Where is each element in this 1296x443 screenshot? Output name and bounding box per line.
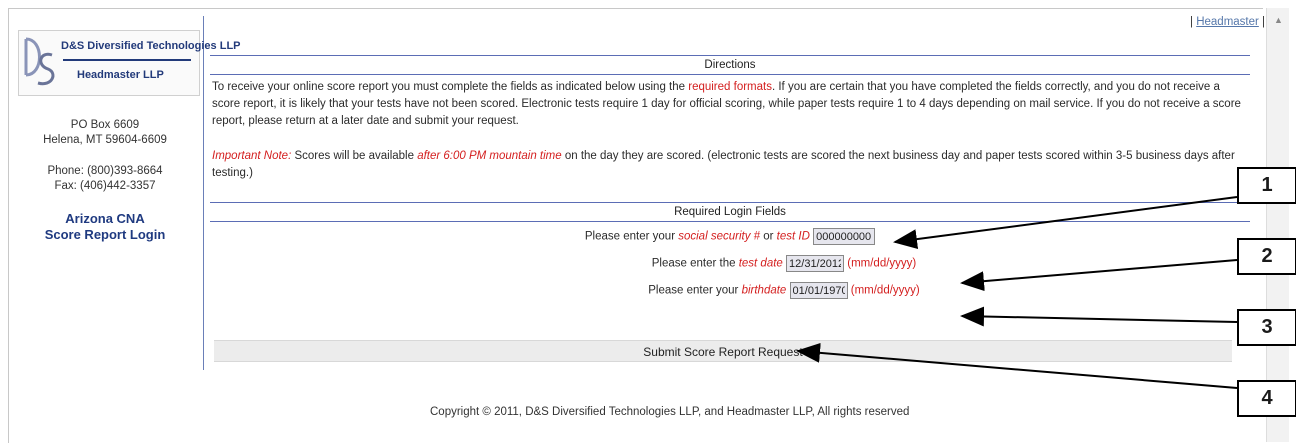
directions-heading: Directions [210,55,1250,75]
address: PO Box 6609 Helena, MT 59604-6609 [10,118,200,148]
directions-text: To receive your online score report you … [212,79,1250,130]
ssn-row: Please enter your social security # or t… [210,228,1250,245]
scroll-up-icon[interactable]: ▲ [1274,15,1283,25]
top-nav: | Headmaster | [1190,16,1265,28]
nav-pipe-left: | [1190,16,1193,28]
login-fields-heading: Required Login Fields [210,202,1250,222]
footer-copyright: Copyright © 2011, D&S Diversified Techno… [430,406,910,418]
note-text-1: Scores will be available [291,150,418,162]
nav-pipe-right: | [1262,16,1266,28]
test-date-label-red: test date [738,257,783,270]
page-title-line2: Score Report Login [44,227,166,242]
logo-rule [63,59,191,61]
ssn-or: or [760,230,777,243]
important-note-label: Important Note: [212,150,292,162]
vertical-scrollbar[interactable]: ▲ [1266,8,1289,442]
headmaster-link[interactable]: Headmaster [1196,16,1259,28]
sidebar-divider [203,16,204,370]
company-name: D&S Diversified Technologies LLP [61,40,241,52]
main-content: Directions To receive your online score … [210,55,1250,299]
test-date-format: (mm/dd/yyyy) [847,257,917,270]
directions-text-1: To receive your online score report you … [212,81,689,93]
birthdate-format: (mm/dd/yyyy) [850,284,920,297]
sidebar: D&S Diversified Technologies LLP Headmas… [10,30,241,243]
birthdate-row: Please enter your birthdate (mm/dd/yyyy) [210,282,1250,299]
ds-logo-icon [24,37,55,86]
fax: Fax: (406)442-3357 [54,180,156,192]
phone: Phone: (800)393-8664 [47,165,163,177]
callout-2: 2 [1237,238,1296,275]
ssn-input[interactable] [813,228,876,245]
contact: Phone: (800)393-8664 Fax: (406)442-3357 [10,164,200,194]
callout-4: 4 [1237,380,1296,417]
ssn-label-red: social security # [678,230,761,243]
company-sub: Headmaster LLP [77,69,164,81]
callout-1: 1 [1237,167,1296,204]
address-line2: Helena, MT 59604-6609 [43,134,167,146]
page-title: Arizona CNA Score Report Login [10,211,200,243]
submit-button[interactable]: Submit Score Report Request [214,340,1232,362]
ssn-label: Please enter your [584,230,679,243]
required-formats-text: required formats [688,81,772,93]
address-line1: PO Box 6609 [70,119,140,131]
callout-3: 3 [1237,309,1296,346]
test-date-row: Please enter the test date (mm/dd/yyyy) [210,255,1250,272]
birthdate-label-red: birthdate [741,284,787,297]
test-date-input[interactable] [786,255,845,272]
important-note: Important Note: Scores will be available… [212,148,1250,182]
company-logo: D&S Diversified Technologies LLP Headmas… [18,30,241,96]
test-id-label: test ID [776,230,810,243]
page-title-line1: Arizona CNA [65,211,145,226]
note-time: after 6:00 PM mountain time [417,150,562,162]
birthdate-label: Please enter your [648,284,742,297]
birthdate-input[interactable] [789,282,848,299]
test-date-label: Please enter the [651,257,739,270]
